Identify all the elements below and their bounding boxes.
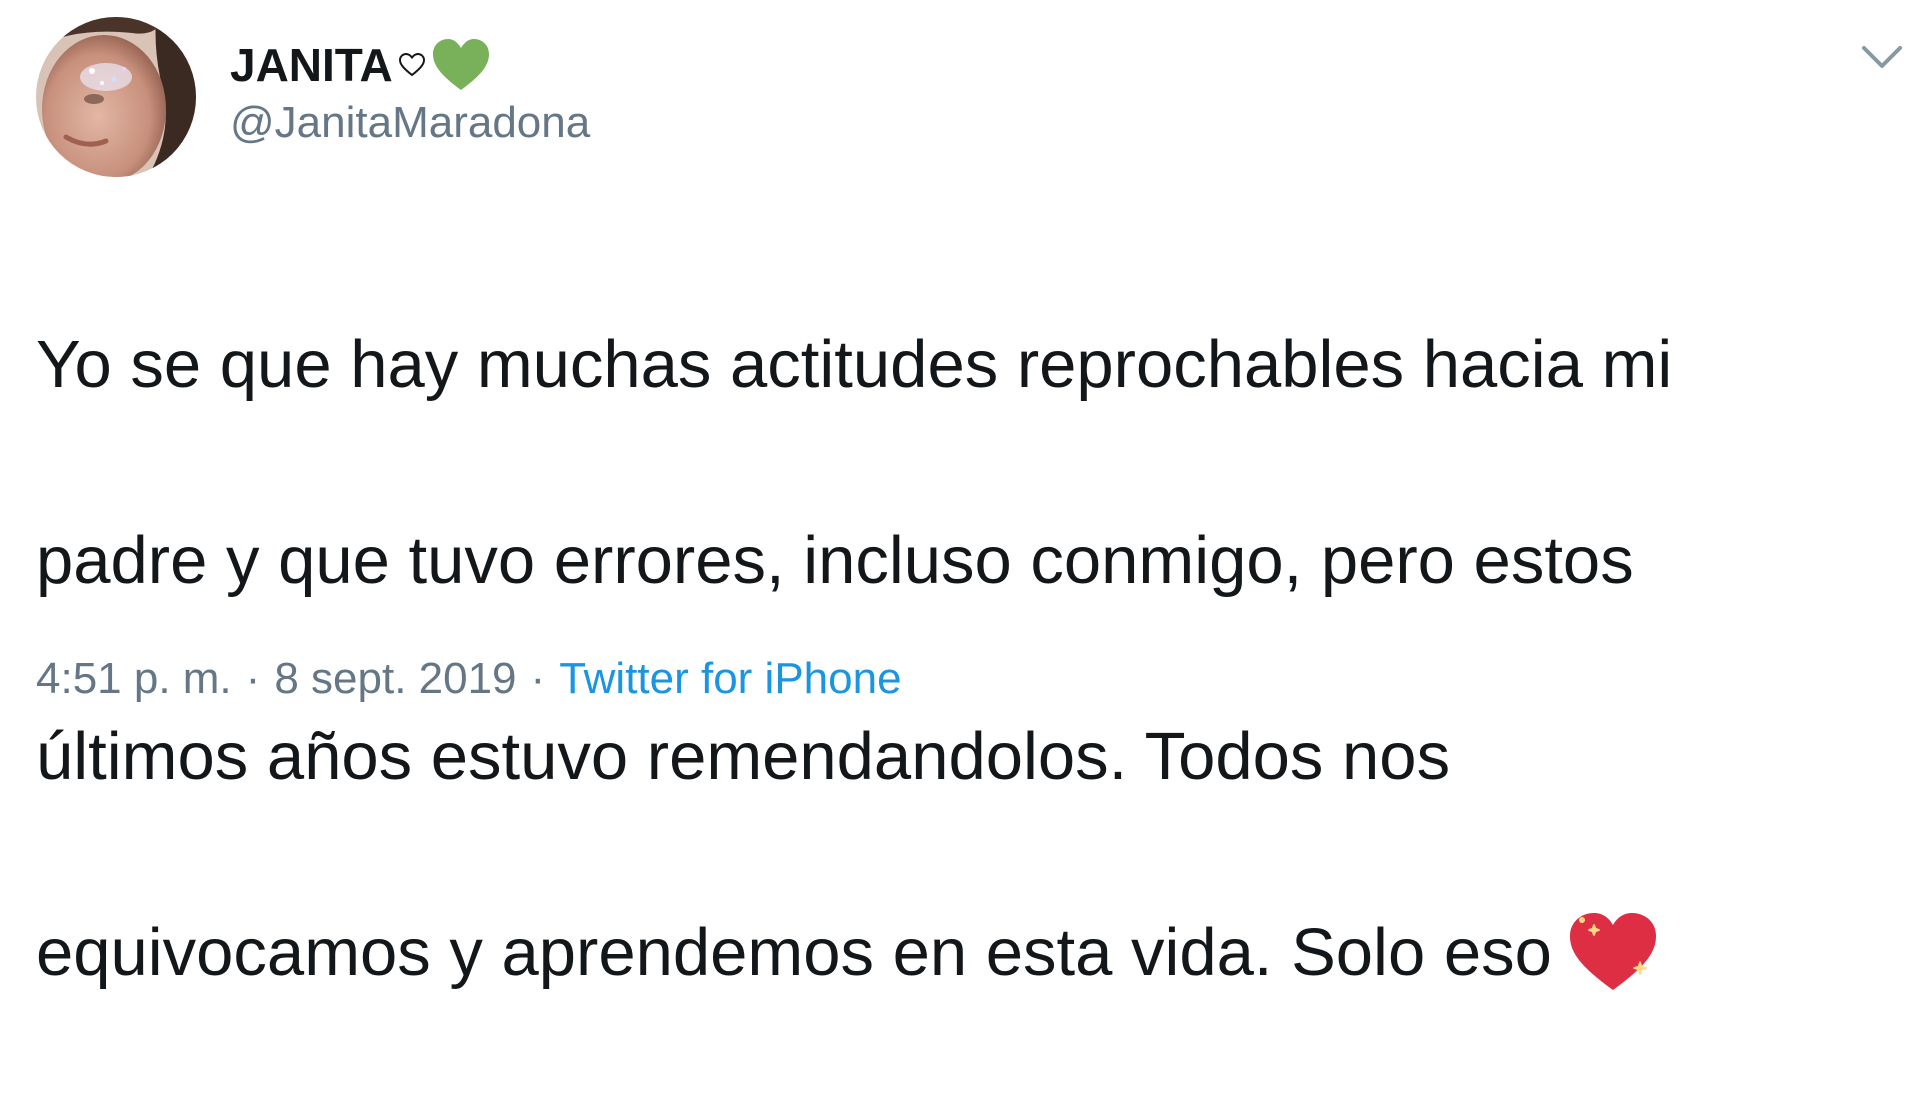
tweet-date[interactable]: 8 sept. 2019 bbox=[274, 654, 516, 704]
sparkling-heart-icon bbox=[1564, 908, 1662, 994]
tweet-text-line: últimos años estuvo remendandolos. Todos… bbox=[36, 719, 1451, 794]
tweet-meta: 4:51 p. m. · 8 sept. 2019 · Twitter for … bbox=[36, 654, 902, 704]
tweet-text-line: padre y que tuvo errores, incluso conmig… bbox=[36, 523, 1634, 598]
avatar-photo bbox=[36, 17, 196, 177]
tweet-time[interactable]: 4:51 p. m. bbox=[36, 654, 232, 704]
source-link[interactable]: Twitter for iPhone bbox=[559, 654, 901, 704]
author-handle[interactable]: @JanitaMaradona bbox=[230, 98, 590, 148]
display-name[interactable]: JANITA bbox=[230, 38, 393, 92]
chevron-down-icon[interactable] bbox=[1860, 42, 1904, 72]
tweet-card: JANITA @JanitaMaradona Yo se que hay muc… bbox=[0, 0, 1920, 991]
author-name-row[interactable]: JANITA bbox=[230, 30, 491, 100]
tweet-text-line: Yo se que hay muchas actitudes reprochab… bbox=[36, 327, 1673, 402]
white-heart-icon bbox=[398, 35, 425, 95]
tweet-text-line-last: equivocamos y aprendemos en esta vida. S… bbox=[36, 904, 1896, 1002]
meta-separator: · bbox=[530, 654, 546, 703]
green-heart-icon bbox=[431, 35, 491, 95]
meta-separator: · bbox=[245, 654, 261, 703]
avatar[interactable] bbox=[36, 17, 196, 177]
tweet-text-line: equivocamos y aprendemos en esta vida. S… bbox=[36, 915, 1552, 990]
